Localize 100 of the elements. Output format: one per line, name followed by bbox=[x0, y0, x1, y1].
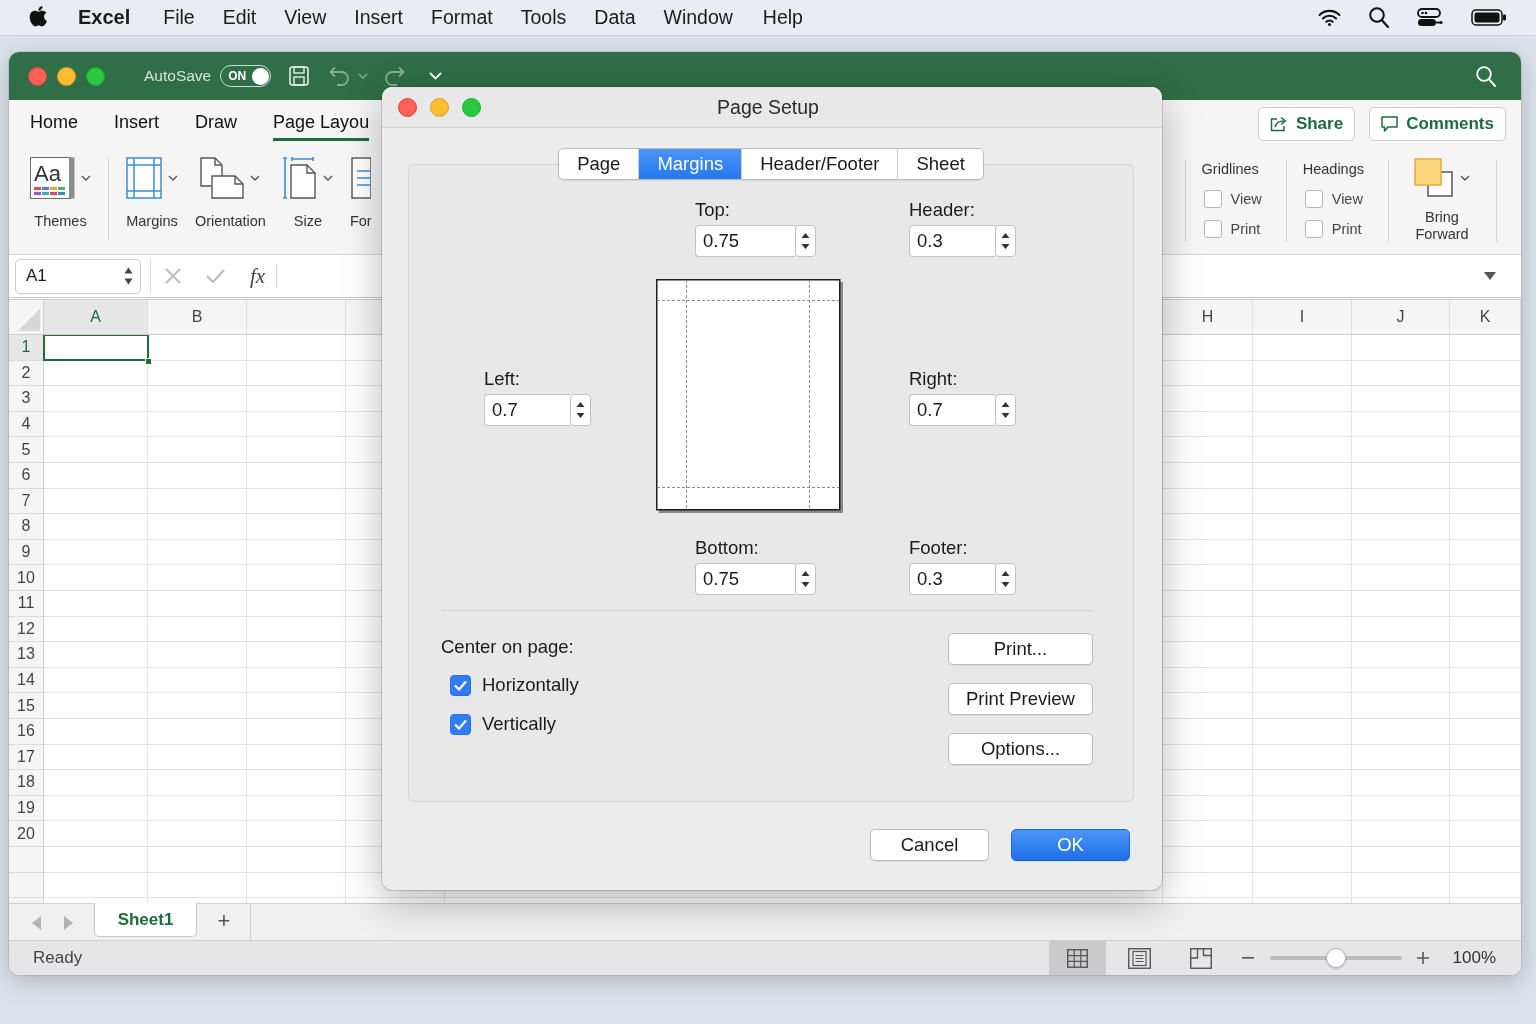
dialog-tab[interactable]: Header/Footer bbox=[742, 149, 899, 179]
margin-field[interactable]: 0.3 bbox=[909, 563, 995, 595]
row-header[interactable]: 6 bbox=[9, 462, 43, 489]
stepper-icon[interactable] bbox=[995, 563, 1016, 595]
selected-cell[interactable] bbox=[43, 335, 149, 361]
ribbon-tab[interactable]: Draw bbox=[195, 100, 238, 141]
zoom-in-icon[interactable] bbox=[1416, 952, 1429, 964]
wifi-icon[interactable] bbox=[1318, 9, 1341, 26]
default-button[interactable]: OK bbox=[1011, 829, 1130, 861]
row-header[interactable]: 8 bbox=[9, 514, 43, 540]
orientation-button[interactable]: Orientation bbox=[195, 145, 266, 229]
menu-app-name[interactable]: Excel bbox=[78, 6, 131, 29]
comments-button[interactable]: Comments bbox=[1369, 107, 1506, 141]
row-header[interactable]: 20 bbox=[9, 821, 43, 847]
checkbox[interactable] bbox=[1203, 190, 1222, 208]
menu-item[interactable]: File bbox=[163, 6, 195, 29]
switches-icon[interactable] bbox=[1417, 7, 1443, 28]
ribbon-tab[interactable]: Home bbox=[30, 100, 78, 141]
row-header[interactable]: 18 bbox=[9, 770, 43, 796]
caret-icon[interactable] bbox=[358, 73, 369, 79]
menu-item[interactable]: Format bbox=[431, 6, 493, 29]
row-header[interactable]: 11 bbox=[9, 590, 43, 617]
menu-item[interactable]: Edit bbox=[222, 6, 257, 29]
row-header[interactable]: 19 bbox=[9, 795, 43, 822]
stepper-icon[interactable] bbox=[570, 394, 591, 426]
row-header[interactable]: 1 bbox=[9, 335, 43, 361]
bring-forward-button[interactable]: Bring Forward bbox=[1410, 145, 1474, 243]
column-header[interactable]: B bbox=[148, 300, 247, 334]
ribbon-button[interactable]: For bbox=[349, 145, 372, 229]
menu-item[interactable]: Data bbox=[594, 6, 636, 29]
close-icon[interactable] bbox=[398, 97, 417, 117]
name-box[interactable]: A1 bbox=[15, 258, 141, 294]
row-header[interactable]: 9 bbox=[9, 539, 43, 566]
checkbox[interactable] bbox=[450, 674, 471, 696]
search-icon[interactable] bbox=[1476, 65, 1496, 87]
margins-button[interactable]: Margins bbox=[126, 145, 178, 229]
margin-field[interactable]: 0.3 bbox=[909, 225, 995, 257]
row-header[interactable]: 2 bbox=[9, 360, 43, 387]
stepper-icon[interactable] bbox=[995, 394, 1016, 426]
view-button[interactable] bbox=[1048, 941, 1106, 975]
margin-field[interactable]: 0.7 bbox=[484, 394, 570, 426]
column-header[interactable]: H bbox=[1163, 300, 1253, 334]
zoom-icon[interactable] bbox=[86, 66, 105, 86]
row-header[interactable]: 7 bbox=[9, 488, 43, 515]
margin-field[interactable]: 0.75 bbox=[695, 563, 795, 595]
stepper-icon[interactable] bbox=[795, 563, 816, 595]
fill-handle[interactable] bbox=[145, 357, 152, 365]
row-header[interactable]: 3 bbox=[9, 386, 43, 412]
size-button[interactable]: Size bbox=[282, 145, 333, 229]
checkbox[interactable] bbox=[1304, 190, 1323, 208]
row-header[interactable]: 12 bbox=[9, 616, 43, 643]
dialog-button[interactable]: Options... bbox=[948, 733, 1093, 765]
zoom-slider-thumb[interactable] bbox=[1325, 948, 1346, 968]
row-header[interactable]: 17 bbox=[9, 744, 43, 771]
row-header[interactable]: 16 bbox=[9, 718, 43, 745]
ribbon-tab[interactable]: Page Layou bbox=[273, 100, 370, 141]
sheet-tab[interactable]: Sheet1 bbox=[94, 903, 197, 937]
apple-icon[interactable] bbox=[28, 5, 47, 27]
margin-field[interactable]: 0.75 bbox=[695, 225, 795, 257]
checkbox[interactable] bbox=[1304, 220, 1323, 238]
search-icon[interactable] bbox=[1369, 7, 1389, 28]
battery-icon[interactable] bbox=[1471, 9, 1506, 26]
menu-item[interactable]: View bbox=[284, 6, 327, 29]
checkmark-icon[interactable] bbox=[206, 269, 225, 283]
checkbox[interactable] bbox=[450, 713, 471, 735]
margin-field[interactable]: 0.7 bbox=[909, 394, 995, 426]
menu-item[interactable]: Insert bbox=[354, 6, 403, 29]
dropdown-triangle-icon[interactable] bbox=[1484, 272, 1496, 280]
column-header[interactable]: A bbox=[44, 300, 148, 334]
row-header[interactable]: 4 bbox=[9, 411, 43, 438]
row-header[interactable]: 10 bbox=[9, 565, 43, 591]
insert-function-button[interactable]: fx bbox=[250, 263, 266, 289]
menu-item[interactable]: Help bbox=[762, 6, 803, 29]
stepper-icon[interactable] bbox=[995, 225, 1016, 257]
dialog-tab[interactable]: Sheet bbox=[898, 149, 983, 179]
ribbon-tab[interactable]: Insert bbox=[114, 100, 160, 141]
chevron-down-icon[interactable] bbox=[429, 72, 443, 80]
minimize-icon[interactable] bbox=[57, 66, 76, 86]
menu-item[interactable]: Window bbox=[663, 6, 733, 29]
themes-button[interactable]: Aa Themes bbox=[30, 145, 91, 229]
column-header[interactable]: K bbox=[1450, 300, 1521, 334]
menu-item[interactable]: Tools bbox=[520, 6, 567, 29]
dialog-button[interactable]: Print... bbox=[948, 633, 1093, 665]
save-icon[interactable] bbox=[289, 66, 310, 86]
row-header[interactable]: 15 bbox=[9, 693, 43, 719]
dialog-button[interactable]: Print Preview bbox=[948, 683, 1093, 715]
add-sheet-button[interactable]: + bbox=[211, 908, 237, 934]
row-header[interactable]: 13 bbox=[9, 642, 43, 668]
dialog-button[interactable]: Cancel bbox=[870, 829, 989, 861]
checkbox[interactable] bbox=[1203, 220, 1222, 238]
row-header[interactable]: 14 bbox=[9, 667, 43, 694]
column-header[interactable]: J bbox=[1352, 300, 1450, 334]
stepper-icon[interactable] bbox=[795, 225, 816, 257]
row-header[interactable]: 5 bbox=[9, 437, 43, 463]
share-button[interactable]: Share bbox=[1257, 107, 1356, 141]
column-header[interactable]: I bbox=[1253, 300, 1352, 334]
zoom-percentage[interactable]: 100% bbox=[1452, 948, 1496, 968]
stepper-icon[interactable] bbox=[124, 267, 133, 285]
dialog-tab[interactable]: Margins bbox=[639, 149, 743, 179]
dialog-tab[interactable]: Page bbox=[559, 149, 640, 179]
